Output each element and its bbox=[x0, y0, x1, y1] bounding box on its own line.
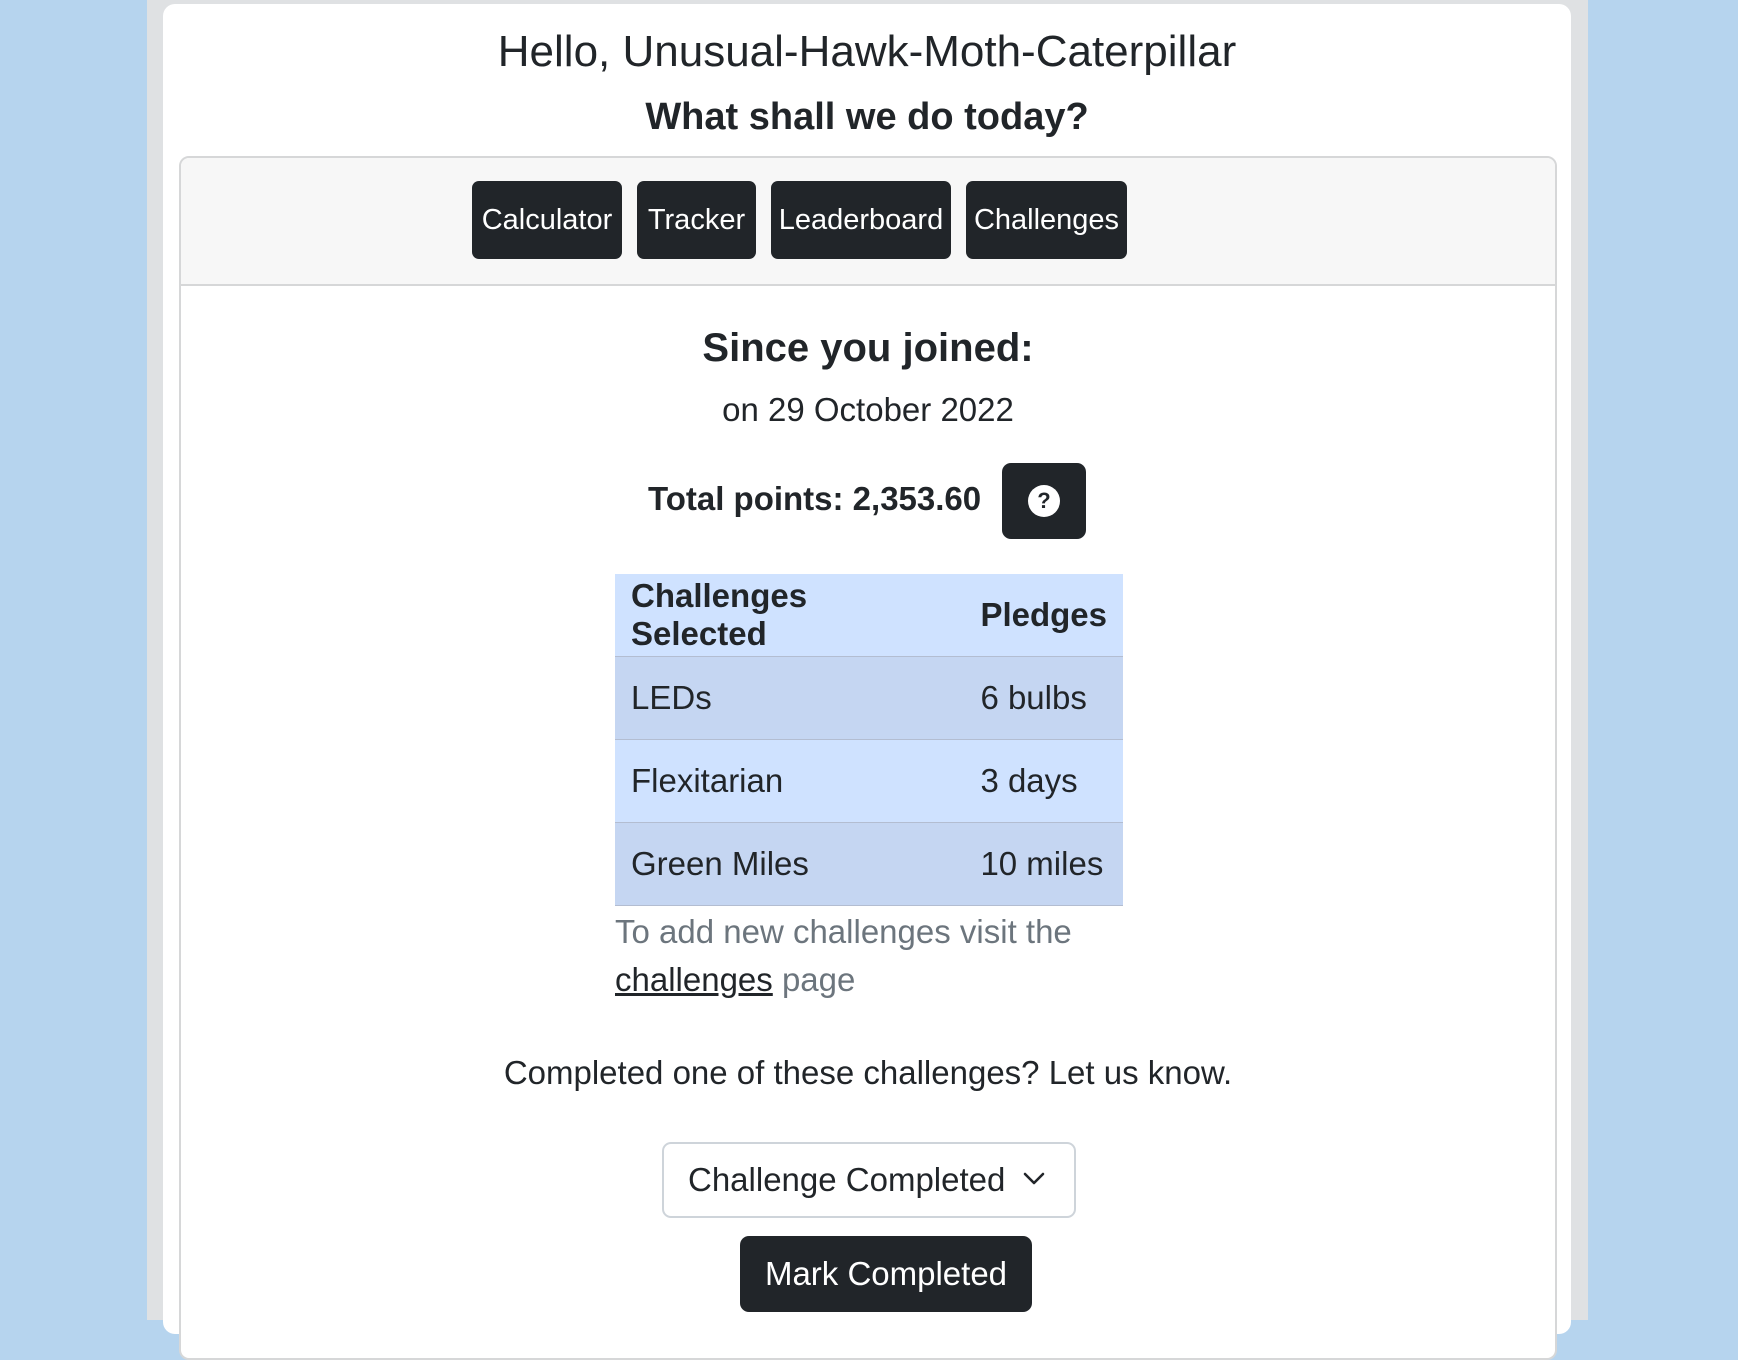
question-circle-icon: ? bbox=[1028, 485, 1060, 517]
select-value: Challenge Completed bbox=[688, 1161, 1006, 1198]
table-row: LEDs 6 bulbs bbox=[615, 656, 1123, 740]
joined-date: on 29 October 2022 bbox=[722, 391, 1014, 428]
hint-prefix: To add new challenges visit the bbox=[615, 913, 1072, 950]
hint-suffix: page bbox=[781, 961, 856, 998]
pledge-cell: 3 days bbox=[964, 739, 1123, 823]
greeting-heading: Hello, Unusual-Hawk-Moth-Caterpillar bbox=[497, 27, 1237, 76]
main-card: Hello, Unusual-Hawk-Moth-Caterpillar Wha… bbox=[163, 4, 1571, 1360]
tracker-button[interactable]: Tracker bbox=[637, 181, 756, 259]
calculator-button[interactable]: Calculator bbox=[472, 181, 622, 259]
table-row: Green Miles 10 miles bbox=[615, 822, 1123, 906]
completion-prompt: Completed one of these challenges? Let u… bbox=[503, 1054, 1233, 1091]
pledges-table: Challenges Selected Pledges LEDs 6 bulbs… bbox=[615, 574, 1123, 906]
mark-completed-button[interactable]: Mark Completed bbox=[740, 1236, 1032, 1312]
challenges-button[interactable]: Challenges bbox=[966, 181, 1127, 259]
challenge-cell: Green Miles bbox=[615, 822, 965, 906]
pledge-cell: 10 miles bbox=[964, 822, 1123, 906]
challenge-cell: LEDs bbox=[615, 656, 965, 740]
points-help-button[interactable]: ? bbox=[1002, 463, 1086, 539]
table-header-row: Challenges Selected Pledges bbox=[615, 574, 1123, 657]
challenge-cell: Flexitarian bbox=[615, 739, 965, 823]
pledge-cell: 6 bulbs bbox=[964, 656, 1123, 740]
column-header-challenges: Challenges Selected bbox=[615, 574, 965, 657]
challenges-link[interactable]: challenges bbox=[615, 961, 773, 998]
nav-bar: Calculator Tracker Leaderboard Challenge… bbox=[181, 158, 1555, 286]
chevron-down-icon bbox=[1023, 1172, 1045, 1185]
leaderboard-button[interactable]: Leaderboard bbox=[771, 181, 951, 259]
add-challenges-hint: To add new challenges visit the challeng… bbox=[615, 908, 1135, 1004]
subtitle-heading: What shall we do today? bbox=[645, 96, 1089, 138]
since-joined-title: Since you joined: bbox=[702, 326, 1034, 370]
total-points: Total points: 2,353.60 bbox=[648, 480, 982, 517]
column-header-pledges: Pledges bbox=[964, 574, 1123, 657]
points-row: Total points: 2,353.60 ? bbox=[181, 463, 1555, 541]
dashboard-card: Calculator Tracker Leaderboard Challenge… bbox=[179, 156, 1557, 1360]
table-row: Flexitarian 3 days bbox=[615, 739, 1123, 823]
challenge-completed-select[interactable]: Challenge Completed bbox=[662, 1142, 1076, 1218]
